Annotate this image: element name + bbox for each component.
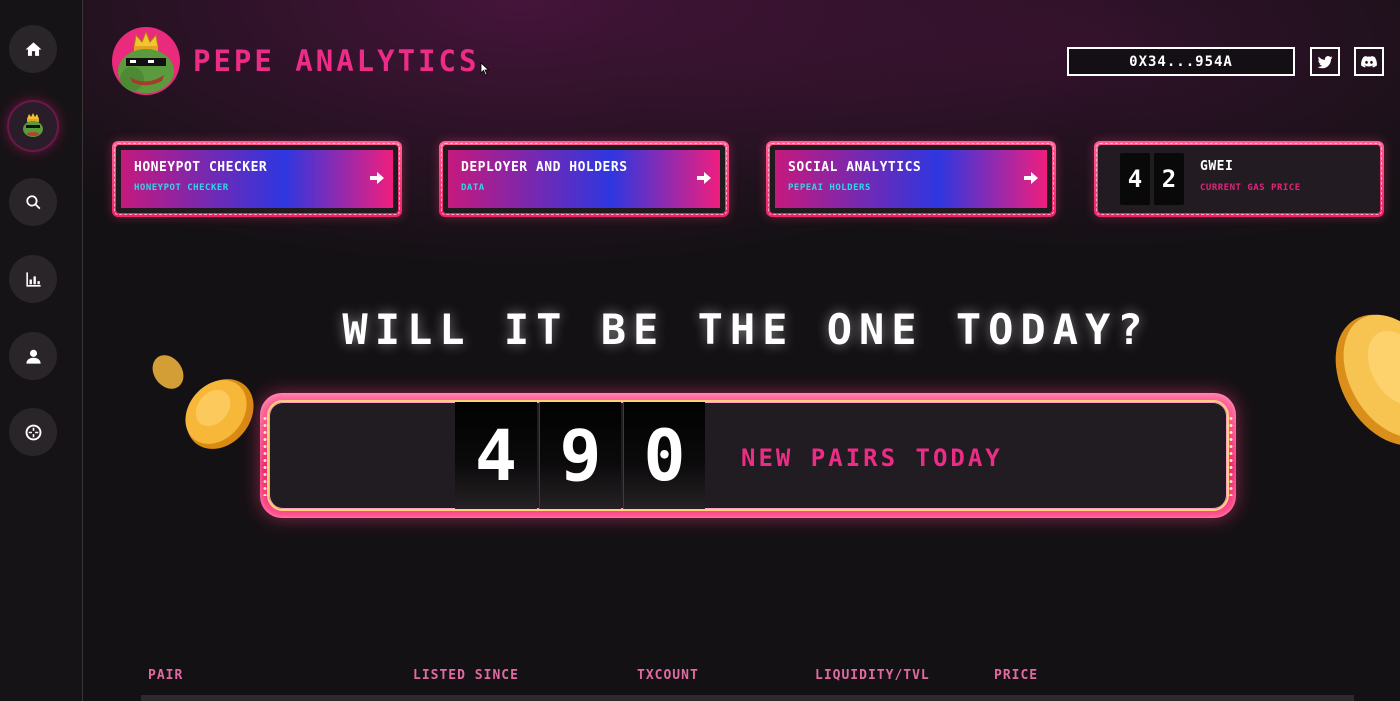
twitter-button[interactable] (1310, 47, 1340, 76)
discord-icon (1361, 55, 1377, 67)
card-inner: SOCIAL ANALYTICS PEPEAI HOLDERS (770, 145, 1052, 213)
card-subtitle: HONEYPOT CHECKER (134, 183, 229, 193)
arrow-right-icon (697, 170, 711, 184)
counter-panel: 4 9 0 NEW PAIRS TODAY (267, 400, 1229, 511)
social-analytics-button[interactable]: SOCIAL ANALYTICS PEPEAI HOLDERS (775, 150, 1047, 208)
card-inner: DEPLOYER AND HOLDERS DATA (443, 145, 725, 213)
table-body-top (141, 695, 1354, 701)
sidebar-item-target[interactable] (9, 408, 57, 456)
sidebar-item-search[interactable] (9, 178, 57, 226)
sidebar-item-analytics[interactable] (9, 255, 57, 303)
hero-headline: WILL IT BE THE ONE TODAY? (342, 305, 1150, 354)
card-subtitle: DATA (461, 183, 485, 193)
discord-button[interactable] (1354, 47, 1384, 76)
counter-digit: 9 (539, 402, 621, 509)
social-analytics-card: SOCIAL ANALYTICS PEPEAI HOLDERS (766, 141, 1056, 217)
wallet-address-button[interactable]: 0X34...954A (1067, 47, 1295, 76)
gas-price-card: 4 2 GWEI CURRENT GAS PRICE (1094, 141, 1384, 217)
gas-subtitle: CURRENT GAS PRICE (1200, 183, 1301, 193)
honeypot-checker-button[interactable]: HONEYPOT CHECKER HONEYPOT CHECKER (121, 150, 393, 208)
arrow-right-icon (1024, 170, 1038, 184)
search-icon (25, 194, 40, 209)
card-subtitle: PEPEAI HOLDERS (788, 183, 871, 193)
gas-digit: 4 (1120, 153, 1150, 205)
crosshair-icon (25, 424, 41, 440)
honeypot-checker-card: HONEYPOT CHECKER HONEYPOT CHECKER (112, 141, 402, 217)
arrow-right-icon (370, 170, 384, 184)
home-icon (25, 41, 41, 56)
sidebar-item-home[interactable] (9, 25, 57, 73)
new-pairs-counter: 4 9 0 NEW PAIRS TODAY (260, 393, 1236, 518)
new-pairs-label: NEW PAIRS TODAY (741, 444, 1003, 472)
card-title: HONEYPOT CHECKER (134, 160, 268, 175)
card-title: DEPLOYER AND HOLDERS (461, 160, 628, 175)
deployer-holders-button[interactable]: DEPLOYER AND HOLDERS DATA (448, 150, 720, 208)
gas-unit-label: GWEI (1200, 159, 1234, 174)
pepe-logo[interactable] (112, 27, 180, 95)
brand-title: PEPE ANALYTICS (193, 44, 480, 78)
gas-digits: 4 2 (1120, 153, 1184, 205)
column-header-liquidity[interactable]: LIQUIDITY/TVL (815, 668, 930, 683)
column-header-listed-since[interactable]: LISTED SINCE (413, 668, 519, 683)
twitter-icon (1317, 55, 1333, 68)
large-coin-icon (1335, 314, 1400, 446)
column-header-txcount[interactable]: TXCOUNT (637, 668, 699, 683)
counter-digit: 4 (455, 402, 537, 509)
counter-digit: 0 (623, 402, 705, 509)
pepe-avatar-icon (23, 113, 43, 137)
card-inner: HONEYPOT CHECKER HONEYPOT CHECKER (116, 145, 398, 213)
sidebar-item-pepe[interactable] (9, 102, 57, 150)
column-header-pair[interactable]: PAIR (148, 668, 183, 683)
gas-digit: 2 (1154, 153, 1184, 205)
card-title: SOCIAL ANALYTICS (788, 160, 922, 175)
gas-price-panel: 4 2 GWEI CURRENT GAS PRICE (1098, 145, 1380, 213)
gold-coin-icon (185, 379, 254, 449)
counter-digits: 4 9 0 (455, 402, 705, 509)
mouse-cursor-icon (480, 62, 490, 76)
bar-chart-icon (25, 271, 41, 287)
deployer-holders-card: DEPLOYER AND HOLDERS DATA (439, 141, 729, 217)
pepe-king-logo-icon (118, 30, 174, 93)
page: PEPE ANALYTICS 0X34...954A HONEYPOT CHEC… (0, 0, 1400, 701)
column-header-price[interactable]: PRICE (994, 668, 1038, 683)
